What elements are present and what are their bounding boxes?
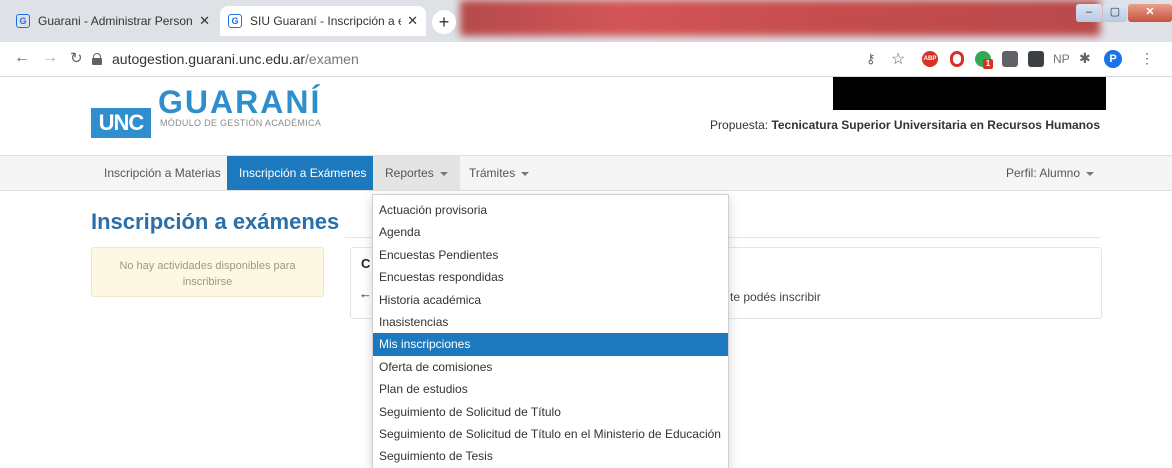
- tab-title: Guarani - Administrar Personas: [38, 14, 194, 28]
- back-arrow-icon[interactable]: ←: [14, 49, 30, 67]
- key-icon[interactable]: ⚷: [866, 51, 876, 67]
- new-tab-button[interactable]: +: [432, 10, 456, 34]
- np-icon[interactable]: NP: [1053, 52, 1070, 66]
- lock-icon: [92, 53, 102, 65]
- logo-subtitle: MÓDULO DE GESTIÓN ACADÉMICA: [160, 118, 322, 128]
- guarani-favicon-icon: G: [228, 14, 242, 28]
- menu-item-encuestas-pendientes[interactable]: Encuestas Pendientes: [373, 244, 728, 266]
- menu-item-inasistencias[interactable]: Inasistencias: [373, 311, 728, 333]
- menu-item-oferta-comisiones[interactable]: Oferta de comisiones: [373, 356, 728, 378]
- menu-item-seguimiento-titulo-ministerio[interactable]: Seguimiento de Solicitud de Título en el…: [373, 423, 728, 445]
- extension-badge-count: 1: [983, 59, 993, 69]
- tab-close-icon[interactable]: ✕: [407, 13, 418, 29]
- star-icon[interactable]: ☆: [891, 49, 905, 69]
- guarani-logo[interactable]: GUARANÍ: [158, 84, 321, 121]
- url-host: autogestion.guarani.unc.edu.ar: [112, 51, 306, 67]
- unc-logo[interactable]: UNC: [91, 108, 151, 138]
- nav-label: Perfil: Alumno: [1006, 166, 1081, 180]
- nav-inscripcion-examenes[interactable]: Inscripción a Exámenes: [227, 156, 379, 190]
- profile-avatar[interactable]: P: [1104, 50, 1122, 68]
- nav-tramites[interactable]: Trámites: [457, 156, 541, 190]
- menu-icon[interactable]: ⋮: [1140, 50, 1154, 67]
- guarani-favicon-icon: G: [16, 14, 30, 28]
- caret-down-icon: [1086, 171, 1095, 176]
- close-window-button[interactable]: ✕: [1128, 4, 1172, 22]
- url-path: /examen: [305, 51, 359, 67]
- browser-tab-strip: G Guarani - Administrar Personas ✕ G SIU…: [0, 0, 1172, 42]
- back-arrow-icon[interactable]: ←: [359, 286, 372, 301]
- minimize-button[interactable]: –: [1076, 4, 1102, 22]
- browser-toolbar: ← → ↻ autogestion.guarani.unc.edu.ar/exa…: [0, 42, 1172, 77]
- menu-item-seguimiento-titulo[interactable]: Seguimiento de Solicitud de Título: [373, 401, 728, 423]
- nav-label: Reportes: [385, 166, 434, 180]
- nav-label: Inscripción a Exámenes: [239, 166, 367, 180]
- browser-tab-inscripcion-examenes[interactable]: G SIU Guaraní - Inscripción a exám ✕: [220, 6, 426, 36]
- menu-item-agenda[interactable]: Agenda: [373, 221, 728, 243]
- no-activities-alert: No hay actividades disponibles para insc…: [91, 247, 324, 297]
- caret-down-icon: [439, 171, 448, 176]
- nav-label: Inscripción a Materias: [104, 166, 221, 180]
- puzzle-icon[interactable]: ✱: [1079, 50, 1091, 67]
- reportes-dropdown-menu: Actuación provisoria Agenda Encuestas Pe…: [372, 194, 729, 468]
- propuesta-label: Propuesta:: [710, 118, 769, 132]
- forward-arrow-icon[interactable]: →: [42, 49, 58, 67]
- window-controls: – ▢ ✕: [1075, 4, 1172, 22]
- propuesta-value: Tecnicatura Superior Universitaria en Re…: [771, 118, 1100, 132]
- opera-icon[interactable]: [950, 51, 964, 67]
- panel-title: C: [361, 256, 371, 271]
- panel-text: te podés inscribir: [730, 290, 821, 304]
- menu-item-seguimiento-tesis[interactable]: Seguimiento de Tesis: [373, 445, 728, 467]
- nav-reportes[interactable]: Reportes: [373, 156, 460, 190]
- menu-item-historia-academica[interactable]: Historia académica: [373, 289, 728, 311]
- nav-inscripcion-materias[interactable]: Inscripción a Materias: [92, 156, 233, 190]
- tab-close-icon[interactable]: ✕: [199, 13, 210, 29]
- adblock-icon[interactable]: ABP: [922, 51, 938, 67]
- browser-tab-administrar-personas[interactable]: G Guarani - Administrar Personas ✕: [8, 6, 218, 36]
- menu-item-encuestas-respondidas[interactable]: Encuestas respondidas: [373, 266, 728, 288]
- extension-icon[interactable]: [1002, 51, 1018, 67]
- page-title: Inscripción a exámenes: [91, 209, 340, 234]
- maximize-button[interactable]: ▢: [1103, 4, 1127, 22]
- menu-item-plan-estudios[interactable]: Plan de estudios: [373, 378, 728, 400]
- redacted-user-name: [833, 77, 1106, 110]
- extension-icon[interactable]: [1028, 51, 1044, 67]
- tab-title: SIU Guaraní - Inscripción a exám: [250, 14, 401, 28]
- main-navbar: Inscripción a Materias Inscripción a Exá…: [0, 155, 1172, 191]
- menu-item-actuacion-provisoria[interactable]: Actuación provisoria: [373, 199, 728, 221]
- redacted-blur-region: [460, 0, 1100, 36]
- caret-down-icon: [521, 171, 530, 176]
- reload-icon[interactable]: ↻: [70, 49, 83, 67]
- nav-perfil[interactable]: Perfil: Alumno: [994, 156, 1106, 190]
- nav-label: Trámites: [469, 166, 516, 180]
- propuesta-info: Propuesta: Tecnicatura Superior Universi…: [710, 118, 1100, 132]
- address-bar[interactable]: autogestion.guarani.unc.edu.ar/examen: [92, 46, 852, 72]
- menu-item-mis-inscripciones[interactable]: Mis inscripciones: [373, 333, 728, 356]
